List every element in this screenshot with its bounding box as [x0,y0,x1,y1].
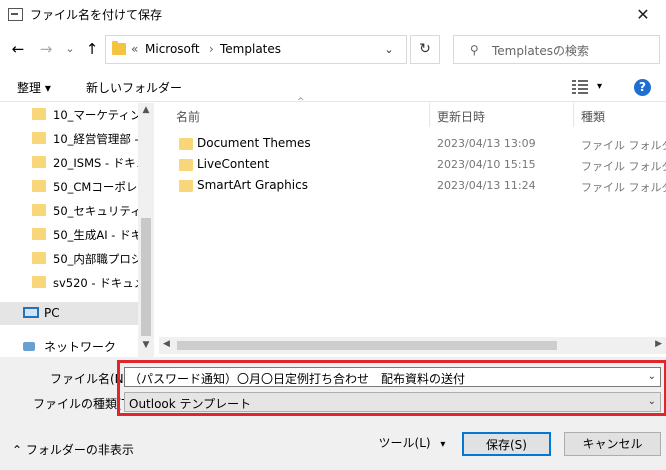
scrollbar-thumb[interactable] [141,218,151,336]
breadcrumb-templates[interactable]: Templates [220,42,281,56]
folder-icon [32,204,46,216]
address-bar[interactable]: « Microsoft › Templates ⌄ [105,35,407,64]
sidebar-item[interactable]: 20_ISMS - ドキュメント [0,151,138,174]
file-row[interactable]: LiveContent 2023/04/10 15:15 ファイル フォルダー [171,155,666,176]
help-icon[interactable]: ? [634,79,651,96]
sidebar-item[interactable]: 50_内部職プロジェクト [0,247,138,270]
folder-icon [32,180,46,192]
scroll-down-icon[interactable]: ▼ [138,340,154,350]
file-type: ファイル フォルダー [581,181,666,194]
scroll-up-icon[interactable]: ▲ [138,105,154,115]
close-icon[interactable]: ✕ [620,0,666,30]
sidebar-item[interactable]: 50_生成AI - ドキュメント [0,223,138,246]
sort-arrow-icon: ^ [297,97,305,107]
navigation-pane: 10_マーケティング室 10_経営管理部 - ドキュメント 20_ISMS - … [0,103,154,357]
breadcrumb-microsoft[interactable]: Microsoft [145,42,200,56]
view-options-icon[interactable] [572,80,588,94]
sidebar-item-label: 50_内部職プロジェクト [53,252,138,266]
back-arrow-icon[interactable]: ← [8,39,28,59]
folder-icon [32,132,46,144]
folder-icon [32,276,46,288]
file-name: LiveContent [197,157,270,171]
column-header-modified[interactable]: 更新日時 [437,108,485,125]
sidebar-item-label: 10_経営管理部 - ドキュメント [53,132,138,146]
hide-folders-button[interactable]: ⌃ フォルダーの非表示 [12,441,134,458]
file-name: SmartArt Graphics [197,178,308,192]
file-row[interactable]: SmartArt Graphics 2023/04/13 11:24 ファイル … [171,176,666,197]
hide-folders-label: フォルダーの非表示 [25,443,134,457]
view-dropdown-icon[interactable]: ▾ [597,81,602,92]
sidebar-item-label: PC [44,306,60,320]
refresh-icon[interactable]: ↻ [410,35,440,64]
column-header-type[interactable]: 種類 [581,108,605,125]
window-icon [8,8,23,21]
search-input[interactable]: Templatesの検索 [492,42,589,59]
sidebar-item[interactable]: 50_CMコーポレート [0,175,138,198]
folder-icon [179,138,193,150]
folder-icon [179,180,193,192]
sidebar-item-pc[interactable]: PC [0,302,138,325]
file-modified: 2023/04/13 13:09 [437,137,536,150]
sidebar-item[interactable]: 10_経営管理部 - ドキュメント [0,127,138,150]
chevron-up-icon: ⌃ [12,443,23,457]
file-list-scrollbar[interactable]: ◀ ▶ [159,337,666,354]
folder-icon [32,252,46,264]
sidebar-item[interactable]: 10_マーケティング室 [0,103,138,126]
sidebar-item-label: 10_マーケティング室 [53,108,138,122]
scroll-left-icon[interactable]: ◀ [163,339,170,349]
sidebar-item-label: 50_セキュリティ関連 [53,204,138,218]
sidebar-item-label: 50_CMコーポレート [53,180,138,194]
organize-button[interactable]: 整理 ▾ [17,79,51,96]
search-icon: ⚲ [470,43,479,57]
new-folder-button[interactable]: 新しいフォルダー [86,79,182,96]
sidebar-item-label: ネットワーク [44,340,117,354]
file-type: ファイル フォルダー [581,160,666,173]
folder-icon [112,41,126,55]
window-title: ファイル名を付けて保存 [30,8,163,22]
file-list: ^ 名前 更新日時 種類 Document Themes 2023/04/13 … [159,97,666,337]
sidebar-scrollbar[interactable]: ▲ ▼ [138,103,154,357]
title-bar: ファイル名を付けて保存 ✕ [0,0,666,30]
folder-icon [179,159,193,171]
file-row[interactable]: Document Themes 2023/04/13 13:09 ファイル フォ… [171,134,666,155]
search-box[interactable]: ⚲ Templatesの検索 [453,35,660,64]
up-arrow-icon[interactable]: ↑ [82,39,102,59]
forward-arrow-icon[interactable]: → [36,39,56,59]
chevron-down-icon: ▾ [440,439,446,450]
sidebar-item-label: 50_生成AI - ドキュメント [53,228,138,242]
sidebar-item-label: sv520 - ドキュメント [53,276,138,290]
sidebar-item-label: 20_ISMS - ドキュメント [53,156,138,170]
file-modified: 2023/04/13 11:24 [437,179,536,192]
breadcrumb-separator: › [209,42,214,56]
file-name: Document Themes [197,136,311,150]
highlight-annotation-box [117,360,666,416]
folder-icon [32,156,46,168]
network-icon [23,339,38,352]
column-divider[interactable] [429,103,430,127]
computer-icon [23,307,39,318]
cancel-button[interactable]: キャンセル [564,432,661,456]
column-header-name[interactable]: 名前 [176,108,200,125]
folder-icon [32,108,46,120]
column-divider[interactable] [573,103,574,127]
scroll-right-icon[interactable]: ▶ [655,339,662,349]
sidebar-item-network[interactable]: ネットワーク [0,334,138,357]
save-button[interactable]: 保存(S) [462,432,551,456]
file-modified: 2023/04/10 15:15 [437,158,536,171]
sidebar-item[interactable]: sv520 - ドキュメント [0,271,138,294]
folder-icon [32,228,46,240]
scrollbar-thumb[interactable] [177,341,557,350]
tools-label: ツール(L) [378,436,431,450]
history-dropdown-icon[interactable]: ⌄ [60,39,80,59]
breadcrumb-overflow[interactable]: « [131,42,138,56]
tools-button[interactable]: ツール(L) ▾ [372,432,452,456]
address-dropdown-icon[interactable]: ⌄ [372,36,406,63]
command-toolbar: 整理 ▾ 新しいフォルダー ▾ ? [0,72,666,102]
sidebar-item[interactable]: 50_セキュリティ関連 [0,199,138,222]
file-type: ファイル フォルダー [581,139,666,152]
